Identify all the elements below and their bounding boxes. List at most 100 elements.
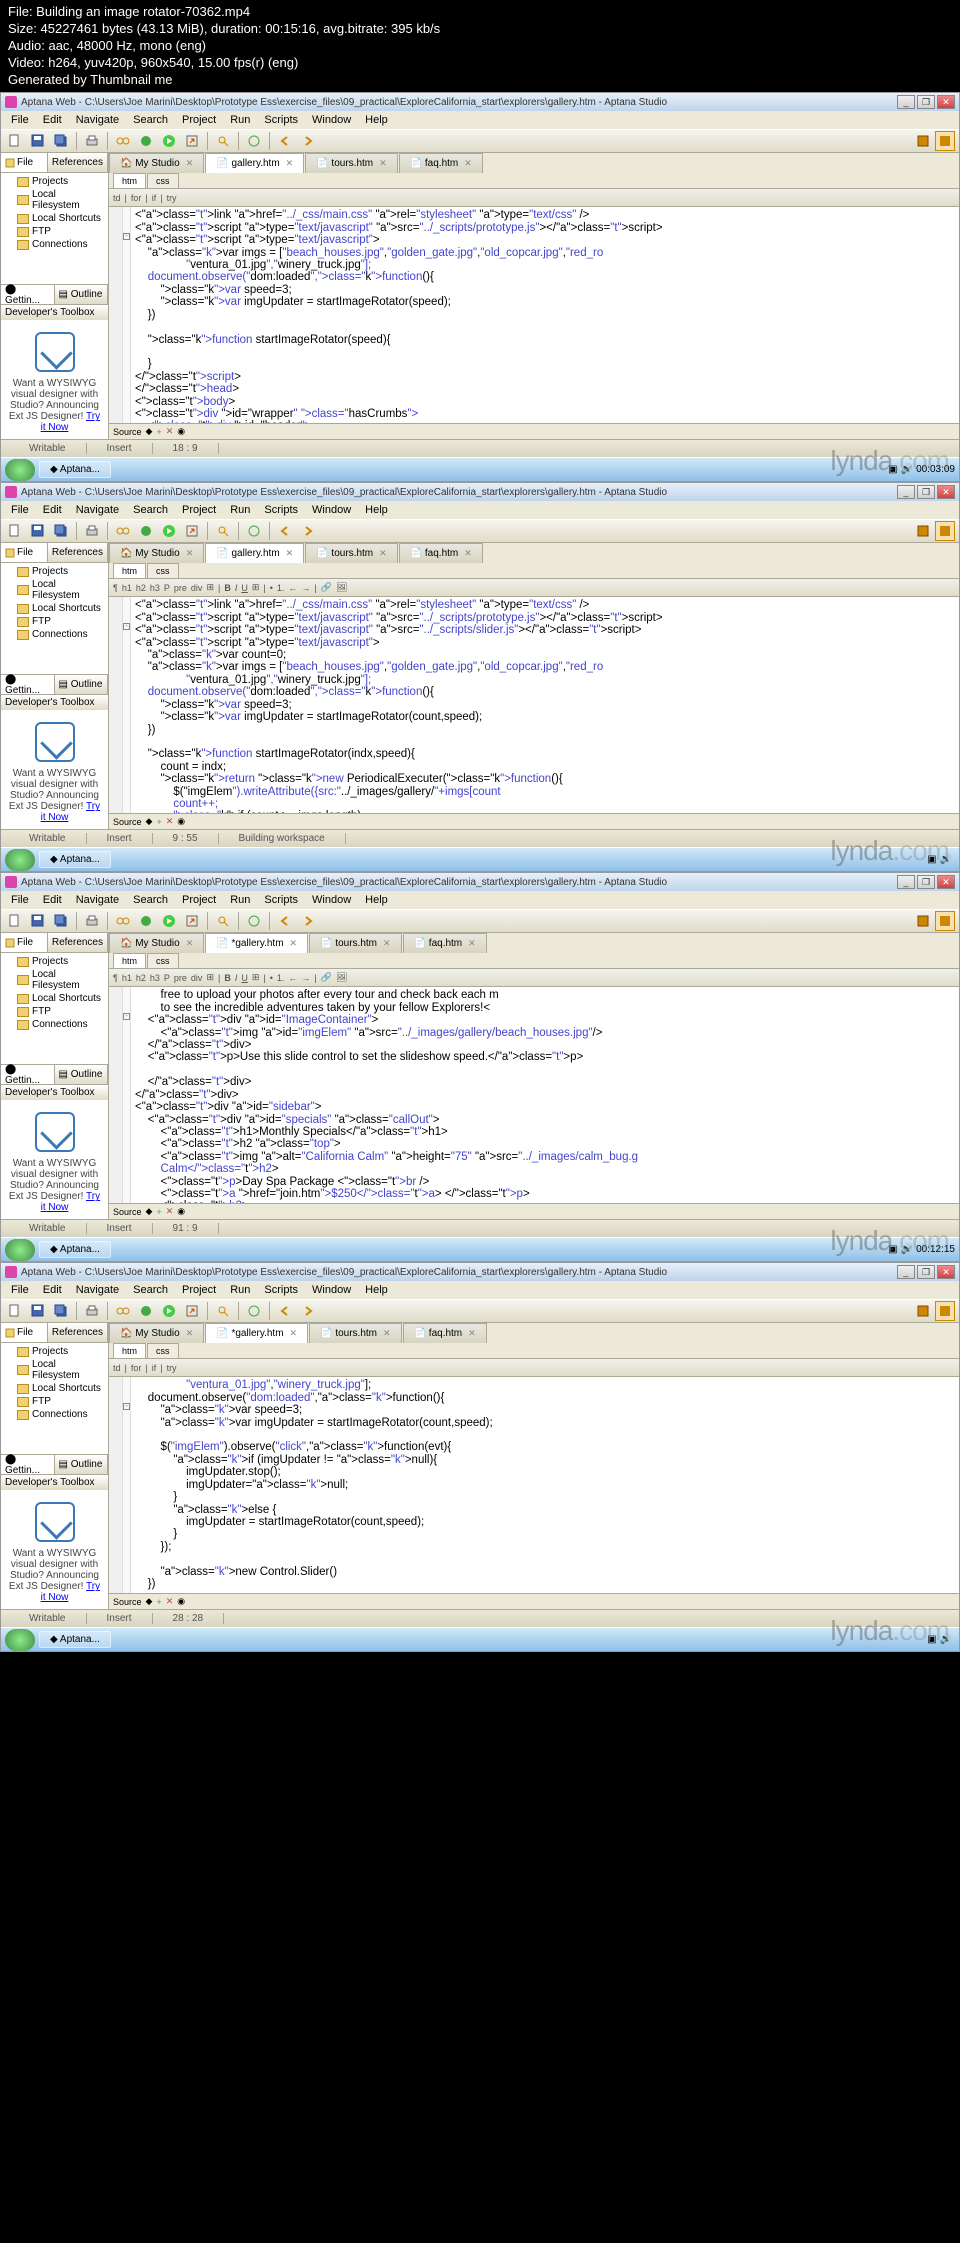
tree-item[interactable]: Local Shortcuts xyxy=(3,992,106,1005)
menu-file[interactable]: File xyxy=(5,1282,35,1298)
link-button[interactable] xyxy=(113,911,133,931)
menu-file[interactable]: File xyxy=(5,502,35,518)
minimize-button[interactable]: _ xyxy=(897,95,915,109)
menu-run[interactable]: Run xyxy=(224,892,256,908)
search-button[interactable] xyxy=(213,1301,233,1321)
task-aptana[interactable]: ◆ Aptana... xyxy=(39,851,111,868)
snippet-for[interactable]: for xyxy=(131,193,142,203)
minimize-button[interactable]: _ xyxy=(897,485,915,499)
external-button[interactable] xyxy=(182,911,202,931)
menu-run[interactable]: Run xyxy=(224,502,256,518)
menu-run[interactable]: Run xyxy=(224,112,256,128)
save-button[interactable] xyxy=(28,131,48,151)
snippet-if[interactable]: if xyxy=(152,1363,157,1373)
menu-help[interactable]: Help xyxy=(359,1282,394,1298)
snippet-td[interactable]: td xyxy=(113,1363,121,1373)
save-all-button[interactable] xyxy=(51,521,71,541)
tree-item[interactable]: Projects xyxy=(3,565,106,578)
menu-help[interactable]: Help xyxy=(359,112,394,128)
menu-scripts[interactable]: Scripts xyxy=(258,892,304,908)
try-now-link[interactable]: Try it Now xyxy=(41,411,100,433)
link-button[interactable] xyxy=(113,131,133,151)
save-all-button[interactable] xyxy=(51,911,71,931)
menu-edit[interactable]: Edit xyxy=(37,892,68,908)
start-button[interactable] xyxy=(5,459,35,481)
snippet-try[interactable]: try xyxy=(167,1363,177,1373)
link-button[interactable] xyxy=(113,521,133,541)
tree-item[interactable]: FTP xyxy=(3,225,106,238)
task-aptana[interactable]: ◆ Aptana... xyxy=(39,1631,111,1648)
print-button[interactable] xyxy=(82,131,102,151)
menu-edit[interactable]: Edit xyxy=(37,1282,68,1298)
menu-window[interactable]: Window xyxy=(306,1282,357,1298)
outline-tab[interactable]: ▤ Outline xyxy=(55,1065,109,1084)
references-tab[interactable]: References xyxy=(48,153,108,172)
debug-button[interactable] xyxy=(136,131,156,151)
debug-button[interactable] xyxy=(136,521,156,541)
tree-item[interactable]: Local Filesystem xyxy=(3,578,106,602)
external-button[interactable] xyxy=(182,521,202,541)
editor-tab[interactable]: 📄 faq.htm✕ xyxy=(399,153,483,173)
close-button[interactable]: ✕ xyxy=(937,95,955,109)
nav-back-button[interactable] xyxy=(275,1301,295,1321)
editor-tab[interactable]: 📄 gallery.htm✕ xyxy=(205,153,304,173)
editor-tab[interactable]: 📄 *gallery.htm✕ xyxy=(205,933,308,953)
search-button[interactable] xyxy=(213,521,233,541)
new-button[interactable] xyxy=(5,911,25,931)
external-button[interactable] xyxy=(182,131,202,151)
sync-button[interactable] xyxy=(244,911,264,931)
sync-button[interactable] xyxy=(244,131,264,151)
start-button[interactable] xyxy=(5,1239,35,1261)
task-aptana[interactable]: ◆ Aptana... xyxy=(39,1241,111,1258)
nav-fwd-button[interactable] xyxy=(298,131,318,151)
tree-item[interactable]: Projects xyxy=(3,1345,106,1358)
run-button[interactable] xyxy=(159,521,179,541)
menu-project[interactable]: Project xyxy=(176,1282,222,1298)
menu-navigate[interactable]: Navigate xyxy=(70,502,125,518)
menu-search[interactable]: Search xyxy=(127,502,174,518)
sync-button[interactable] xyxy=(244,521,264,541)
try-now-link[interactable]: Try it Now xyxy=(41,801,100,823)
tree-item[interactable]: Local Filesystem xyxy=(3,1358,106,1382)
source-tab[interactable]: Source xyxy=(113,1207,142,1217)
source-tab[interactable]: Source xyxy=(113,427,142,437)
project-tree[interactable]: ProjectsLocal FilesystemLocal ShortcutsF… xyxy=(1,953,108,1064)
getting-started-tab[interactable]: ⬤ Gettin... xyxy=(1,675,55,694)
close-button[interactable]: ✕ xyxy=(937,875,955,889)
search-button[interactable] xyxy=(213,911,233,931)
tree-item[interactable]: Projects xyxy=(3,175,106,188)
print-button[interactable] xyxy=(82,911,102,931)
tree-item[interactable]: Local Shortcuts xyxy=(3,212,106,225)
source-tab[interactable]: Source xyxy=(113,1597,142,1607)
maximize-button[interactable]: ❐ xyxy=(917,95,935,109)
nav-back-button[interactable] xyxy=(275,131,295,151)
search-button[interactable] xyxy=(213,131,233,151)
menu-window[interactable]: Window xyxy=(306,892,357,908)
editor-tab[interactable]: 📄 faq.htm✕ xyxy=(399,543,483,563)
menu-project[interactable]: Project xyxy=(176,892,222,908)
perspective-aptana-button[interactable] xyxy=(935,521,955,541)
editor-tab[interactable]: 🏠 My Studio✕ xyxy=(109,153,204,173)
debug-button[interactable] xyxy=(136,911,156,931)
css-subtab[interactable]: css xyxy=(147,563,179,578)
maximize-button[interactable]: ❐ xyxy=(917,875,935,889)
titlebar[interactable]: Aptana Web - C:\Users\Joe Marini\Desktop… xyxy=(1,93,959,111)
htm-subtab[interactable]: htm xyxy=(113,1343,146,1358)
getting-started-tab[interactable]: ⬤ Gettin... xyxy=(1,1455,55,1474)
outline-tab[interactable]: ▤ Outline xyxy=(55,285,109,304)
css-subtab[interactable]: css xyxy=(147,953,179,968)
run-button[interactable] xyxy=(159,131,179,151)
snippet-td[interactable]: td xyxy=(113,193,121,203)
close-button[interactable]: ✕ xyxy=(937,1265,955,1279)
debug-button[interactable] xyxy=(136,1301,156,1321)
external-button[interactable] xyxy=(182,1301,202,1321)
menu-edit[interactable]: Edit xyxy=(37,502,68,518)
snippet-try[interactable]: try xyxy=(167,193,177,203)
references-tab[interactable]: References xyxy=(48,543,108,562)
css-subtab[interactable]: css xyxy=(147,173,179,188)
nav-back-button[interactable] xyxy=(275,521,295,541)
maximize-button[interactable]: ❐ xyxy=(917,485,935,499)
nav-fwd-button[interactable] xyxy=(298,1301,318,1321)
minimize-button[interactable]: _ xyxy=(897,875,915,889)
css-subtab[interactable]: css xyxy=(147,1343,179,1358)
